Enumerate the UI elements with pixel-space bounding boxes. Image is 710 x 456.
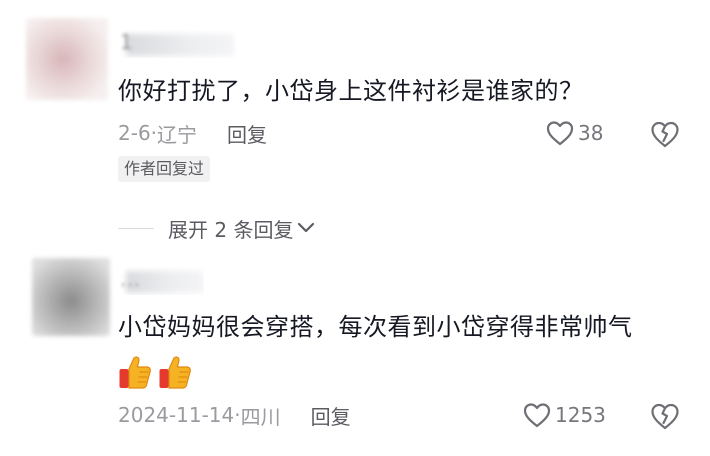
comment-meta: 2-6 · 辽宁 回复 <box>118 118 267 148</box>
chevron-down-icon <box>298 222 315 233</box>
broken-heart-icon <box>651 403 679 430</box>
heart-icon <box>523 403 551 428</box>
comment-text: 小岱妈妈很会穿搭，每次看到小岱穿得非常帅气 <box>118 313 633 341</box>
comment-meta: 2024-11-14 · 四川 回复 <box>118 400 351 430</box>
divider <box>118 227 154 229</box>
comment-date: 2024-11-14 <box>118 403 235 427</box>
dislike-button[interactable] <box>650 402 680 430</box>
comment-location: 四川 <box>240 404 281 429</box>
reply-button[interactable]: 回复 <box>311 401 351 430</box>
comment-item: 1 你好打扰了，小岱身上这件衬衫是谁家的？ 2-6 · 辽宁 回复 38 作者回… <box>0 0 710 242</box>
dislike-button[interactable] <box>650 120 680 148</box>
comment-location: 辽宁 <box>157 122 198 147</box>
thumbs-up-icon <box>118 354 152 390</box>
comment-item: … 小岱妈妈很会穿搭，每次看到小岱穿得非常帅气 2024-11-14 · 四川 … <box>0 252 710 456</box>
expand-replies-label: 展开 2 条回复 <box>168 217 294 242</box>
username[interactable]: … <box>118 267 204 295</box>
like-count: 38 <box>578 121 604 145</box>
comment-text: 你好打扰了，小岱身上这件衬衫是谁家的？ <box>118 77 584 105</box>
like-count: 1253 <box>555 403 606 427</box>
avatar[interactable] <box>32 258 110 336</box>
broken-heart-icon <box>651 121 679 148</box>
comment-date: 2-6 <box>118 121 151 145</box>
username-blur <box>126 34 234 56</box>
heart-icon <box>546 121 574 146</box>
expand-replies-button[interactable]: 展开 2 条回复 <box>118 212 315 244</box>
author-replied-badge: 作者回复过 <box>118 156 211 182</box>
username[interactable]: 1 <box>118 30 236 58</box>
emoji-row <box>118 354 192 394</box>
avatar[interactable] <box>26 18 108 100</box>
like-button[interactable]: 38 <box>546 118 603 148</box>
like-button[interactable]: 1253 <box>523 400 606 430</box>
thumbs-up-icon <box>158 354 192 390</box>
reply-button[interactable]: 回复 <box>227 119 267 148</box>
